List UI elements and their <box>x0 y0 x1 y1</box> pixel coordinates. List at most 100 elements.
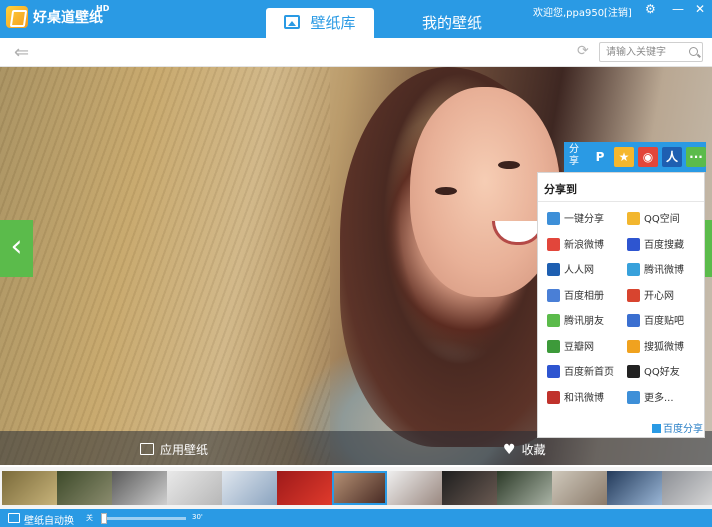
wallpaper-thumbnail[interactable] <box>222 471 277 505</box>
tab-my-wallpapers[interactable]: 我的壁纸 <box>400 8 504 38</box>
welcome-text: 欢迎您,ppa950 <box>533 8 605 19</box>
share-item-label: QQ好友 <box>644 367 680 378</box>
tab-label: 壁纸库 <box>310 14 356 32</box>
share-item[interactable]: QQ好友 <box>627 365 680 381</box>
app-logo-icon <box>6 6 28 28</box>
share-item[interactable]: 人人网 <box>547 263 594 279</box>
favorite-button[interactable]: ♥ 收藏 <box>503 441 546 458</box>
share-item-label: 豆瓣网 <box>564 341 594 353</box>
close-icon[interactable]: ✕ <box>695 2 705 16</box>
share-item-label: 开心网 <box>644 290 674 302</box>
grass-background <box>0 67 330 465</box>
share-item-label: 百度新首页 <box>564 367 614 378</box>
wallpaper-thumbnail[interactable] <box>332 471 387 505</box>
share-service-icon <box>547 339 560 353</box>
left-eye <box>435 187 457 195</box>
share-item-label: 和讯微博 <box>564 392 604 404</box>
share-item-label: 人人网 <box>564 265 594 276</box>
qzone-icon[interactable]: ★ <box>614 147 634 167</box>
share-item[interactable]: QQ空间 <box>627 212 680 228</box>
toolbar: ⇐ ⟳ <box>0 38 712 67</box>
share-item[interactable]: 百度新首页 <box>547 365 614 381</box>
share-panel: 分享到 一键分享 QQ空间 新浪微博 百度搜藏 人人网 腾讯微博 百度相册 开心网 腾讯朋友 百度… <box>537 172 705 438</box>
more-icon[interactable]: ··· <box>686 147 706 167</box>
tencent-weibo-icon[interactable]: P <box>590 147 610 167</box>
share-panel-title: 分享到 <box>544 183 577 196</box>
wallpaper-thumbnail[interactable] <box>387 471 442 505</box>
wallpaper-thumbnail[interactable] <box>112 471 167 505</box>
sina-weibo-icon[interactable]: ◉ <box>638 147 658 167</box>
share-bar-label: 分享 <box>569 144 579 167</box>
share-item[interactable]: 腾讯朋友 <box>547 314 604 330</box>
interval-slider[interactable] <box>104 517 186 520</box>
search-icon[interactable] <box>689 47 698 56</box>
share-item-label: 一键分享 <box>564 214 604 225</box>
title-bar: 好桌道壁纸 HD 壁纸库 我的壁纸 欢迎您,ppa950 [注销] ⚙ — ✕ <box>0 0 712 38</box>
apply-label: 应用壁纸 <box>160 443 209 457</box>
share-item-label: 百度搜藏 <box>644 239 684 251</box>
wallpaper-thumbnail[interactable] <box>442 471 497 505</box>
share-item[interactable]: 百度贴吧 <box>627 314 684 330</box>
share-item-label: 百度相册 <box>564 290 604 302</box>
tab-wallpaper-library[interactable]: 壁纸库 <box>266 8 374 38</box>
share-service-icon <box>547 314 560 327</box>
baidu-share-icon <box>652 424 661 433</box>
heart-icon: ♥ <box>503 442 516 458</box>
wallpaper-thumbnail[interactable] <box>497 471 552 505</box>
status-bar: 壁纸自动换 关 30' <box>0 509 712 527</box>
share-service-icon <box>547 212 560 225</box>
share-item[interactable]: 新浪微博 <box>547 237 604 254</box>
hd-badge: HD <box>96 4 110 13</box>
logout-link[interactable]: [注销] <box>604 4 632 19</box>
share-bar: 分享 P ★ ◉ 人 ··· <box>564 142 706 172</box>
share-service-icon <box>547 263 560 276</box>
chevron-left-icon[interactable]: ‹ <box>0 220 33 277</box>
baidu-share-link[interactable]: 百度分享 <box>652 420 703 435</box>
wallpaper-thumbnail[interactable] <box>552 471 607 505</box>
slider-handle[interactable] <box>101 513 107 524</box>
divider <box>538 201 704 202</box>
wallpaper-thumbnail[interactable] <box>607 471 662 505</box>
search-input[interactable] <box>606 44 686 60</box>
wallpaper-thumbnail[interactable] <box>662 471 712 505</box>
monitor-icon <box>8 513 20 523</box>
share-item[interactable]: 开心网 <box>627 288 674 305</box>
apply-wallpaper-button[interactable]: 应用壁纸 <box>140 441 208 458</box>
share-service-icon <box>547 365 560 378</box>
share-item[interactable]: 搜狐微博 <box>627 339 684 356</box>
wallpaper-thumbnail[interactable] <box>2 471 57 505</box>
share-item[interactable]: 腾讯微博 <box>627 263 684 279</box>
share-item[interactable]: 更多... <box>627 390 674 407</box>
share-item-label: 新浪微博 <box>564 239 604 251</box>
share-service-icon <box>627 212 640 225</box>
tab-label: 我的壁纸 <box>421 14 482 32</box>
share-item-label: QQ空间 <box>644 214 680 225</box>
refresh-icon[interactable]: ⟳ <box>577 43 589 59</box>
auto-change-label[interactable]: 壁纸自动换 <box>24 512 74 527</box>
minimize-icon[interactable]: — <box>672 2 684 16</box>
share-item[interactable]: 豆瓣网 <box>547 339 594 356</box>
share-item-label: 腾讯微博 <box>644 265 684 276</box>
next-button[interactable] <box>704 220 712 277</box>
gear-icon[interactable]: ⚙ <box>645 2 656 16</box>
picture-icon <box>284 15 301 29</box>
share-service-icon <box>547 237 560 251</box>
renren-icon[interactable]: 人 <box>662 147 682 167</box>
arrow-left-icon[interactable]: ⇐ <box>14 42 29 63</box>
share-item[interactable]: 百度相册 <box>547 288 604 305</box>
share-service-icon <box>627 390 640 404</box>
share-footer-label: 百度分享 <box>663 424 703 435</box>
slider-max-label: 30' <box>192 513 203 521</box>
share-item[interactable]: 一键分享 <box>547 212 604 228</box>
share-item-label: 搜狐微博 <box>644 341 684 353</box>
wallpaper-thumbnail[interactable] <box>167 471 222 505</box>
wallpaper-thumbnail[interactable] <box>277 471 332 505</box>
share-item[interactable]: 百度搜藏 <box>627 237 684 254</box>
app-title: 好桌道壁纸 <box>33 10 103 26</box>
search-box <box>599 42 703 62</box>
share-item[interactable]: 和讯微博 <box>547 390 604 407</box>
share-service-icon <box>627 339 640 353</box>
slider-min-label: 关 <box>86 514 93 522</box>
wallpaper-thumbnail[interactable] <box>57 471 112 505</box>
share-service-icon <box>627 314 640 327</box>
